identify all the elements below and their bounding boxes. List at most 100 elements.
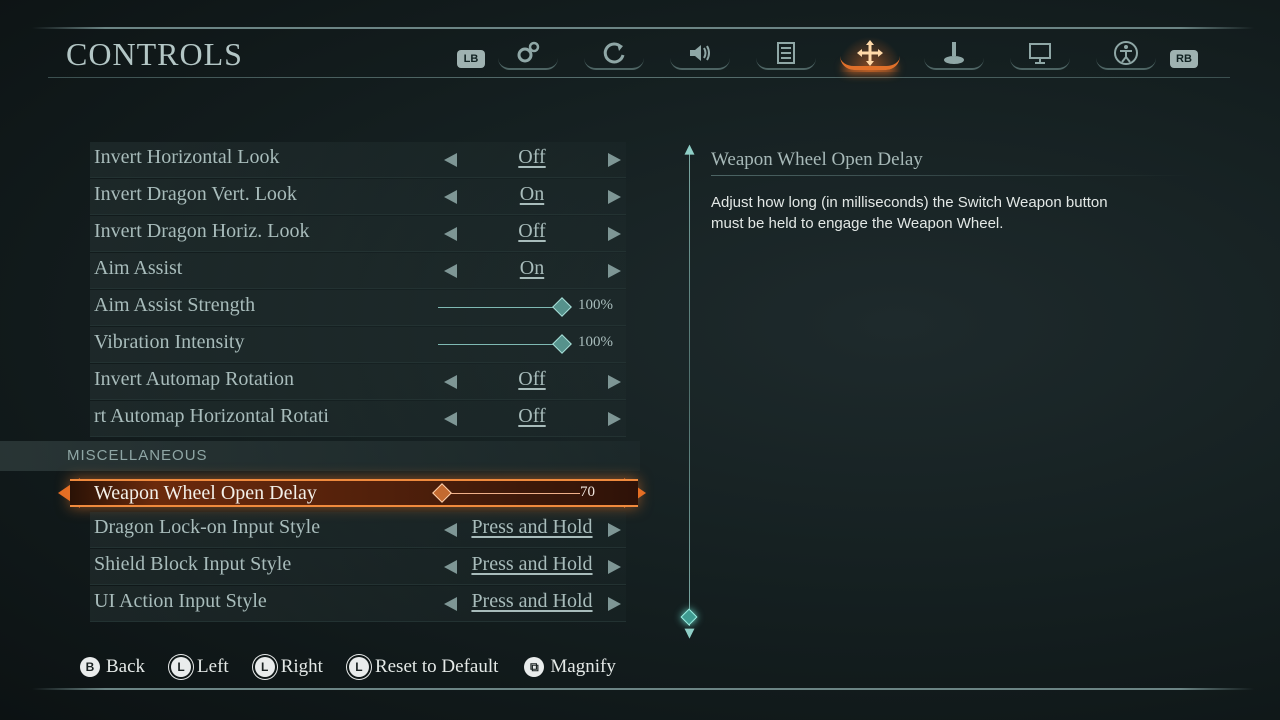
tab-gameplay[interactable] (494, 34, 562, 72)
setting-row[interactable]: Invert Dragon Horiz. Look Off (90, 216, 626, 252)
setting-value: Off (518, 405, 546, 427)
setting-row[interactable]: Aim Assist Strength 100% (90, 290, 626, 326)
hint-magnify[interactable]: ⧉ Magnify (524, 656, 616, 678)
tab-controls[interactable] (836, 34, 904, 72)
panel-divider (689, 150, 690, 626)
setting-value: Press and Hold (471, 590, 593, 612)
setting-row[interactable]: Invert Horizontal Look Off (90, 142, 626, 178)
setting-row[interactable]: Vibration Intensity 100% (90, 327, 626, 363)
accessibility-icon (1114, 41, 1138, 65)
setting-value: On (519, 257, 545, 279)
setting-label: Vibration Intensity (94, 331, 245, 353)
frame-top-border (32, 27, 1254, 29)
arrow-right-icon[interactable] (608, 227, 621, 241)
arrow-right-icon[interactable] (608, 375, 621, 389)
divider-top-ornament-icon: ▲ (684, 142, 695, 157)
button-hints-bar: B Back L Left L Right L Reset to Default… (80, 654, 642, 680)
setting-row[interactable]: Invert Automap Rotation Off (90, 364, 626, 400)
setting-label: Invert Automap Rotation (94, 368, 294, 390)
setting-value: On (519, 183, 545, 205)
arrow-left-icon[interactable] (444, 153, 457, 167)
scroll-indicator-gem-icon (680, 608, 698, 626)
left-stick-icon: L (254, 657, 275, 677)
arrow-right-icon[interactable] (608, 560, 621, 574)
arrow-right-icon[interactable] (608, 597, 621, 611)
view-button-icon: ⧉ (524, 657, 545, 677)
arrow-right-icon[interactable] (608, 190, 621, 204)
slider-handle[interactable] (432, 483, 452, 503)
setting-row[interactable]: Shield Block Input Style Press and Hold (90, 549, 626, 585)
speaker-icon (690, 45, 710, 61)
hint-label: Back (106, 656, 146, 677)
arrow-right-icon[interactable] (608, 523, 621, 537)
left-stick-icon: L (171, 657, 192, 677)
setting-row[interactable]: UI Action Input Style Press and Hold (90, 586, 626, 622)
refresh-swirl-icon (603, 42, 625, 64)
arrow-left-icon[interactable] (444, 597, 457, 611)
detail-title-rule (711, 175, 1191, 176)
arrow-left-icon[interactable] (444, 227, 457, 241)
gears-icon (517, 41, 540, 63)
joystick-icon (944, 42, 964, 64)
setting-value: Press and Hold (471, 553, 593, 575)
header-divider (48, 77, 1230, 78)
setting-row-selected[interactable]: Weapon Wheel Open Delay 70 (70, 479, 638, 507)
arrow-right-icon[interactable] (608, 264, 621, 278)
slider-track[interactable] (438, 344, 562, 345)
setting-label: Aim Assist Strength (94, 294, 256, 316)
hint-label: Right (280, 656, 323, 677)
slider-value: 70 (580, 484, 595, 500)
setting-row[interactable]: Dragon Lock-on Input Style Press and Hol… (90, 512, 626, 548)
setting-value: Off (518, 146, 546, 168)
page-title: CONTROLS (66, 36, 243, 72)
slider-value: 100% (578, 297, 613, 313)
tab-audio[interactable] (666, 34, 734, 72)
setting-label: Invert Dragon Horiz. Look (94, 220, 310, 242)
setting-label: Invert Horizontal Look (94, 146, 280, 168)
hint-left[interactable]: L Left (171, 656, 229, 678)
setting-row[interactable]: Aim Assist On (90, 253, 626, 289)
hint-right[interactable]: L Right (254, 656, 323, 678)
hint-back[interactable]: B Back (80, 656, 145, 678)
setting-label: rt Automap Horizontal Rotati (94, 405, 329, 427)
slider-handle[interactable] (552, 297, 572, 317)
monitor-icon (1029, 43, 1051, 64)
section-header-miscellaneous: MISCELLANEOUS (0, 441, 640, 471)
setting-value: Off (518, 368, 546, 390)
setting-row[interactable]: rt Automap Horizontal Rotati Off (90, 401, 626, 437)
b-button-icon: B (80, 657, 100, 677)
setting-label: Shield Block Input Style (94, 553, 292, 575)
slider-track[interactable] (442, 493, 580, 494)
tab-controller[interactable] (920, 34, 988, 72)
hint-reset-default[interactable]: L Reset to Default (348, 656, 499, 678)
lb-shoulder-button[interactable]: LB (457, 50, 485, 68)
setting-label: Weapon Wheel Open Delay (94, 482, 317, 504)
move-arrows-icon (857, 40, 883, 66)
arrow-left-icon[interactable] (444, 264, 457, 278)
setting-label: UI Action Input Style (94, 590, 267, 612)
rb-shoulder-button[interactable]: RB (1170, 50, 1198, 68)
setting-row[interactable]: Invert Dragon Vert. Look On (90, 179, 626, 215)
slider-handle[interactable] (552, 334, 572, 354)
hint-label: Magnify (550, 656, 616, 677)
arrow-left-icon[interactable] (444, 412, 457, 426)
arrow-right-icon[interactable] (608, 153, 621, 167)
arrow-right-icon[interactable] (608, 412, 621, 426)
arrow-left-icon[interactable] (444, 190, 457, 204)
list-icon (777, 42, 795, 64)
hint-label: Reset to Default (374, 656, 499, 677)
tab-monitor[interactable] (1006, 34, 1074, 72)
tab-accessibility[interactable] (1092, 34, 1160, 72)
arrow-left-icon[interactable] (444, 560, 457, 574)
detail-title: Weapon Wheel Open Delay (711, 149, 923, 170)
divider-bottom-ornament-icon: ▼ (684, 626, 695, 641)
hint-label: Left (197, 656, 229, 677)
frame-bottom-border (32, 688, 1254, 690)
slider-track[interactable] (438, 307, 562, 308)
arrow-left-icon[interactable] (444, 523, 457, 537)
arrow-left-icon[interactable] (444, 375, 457, 389)
tab-refresh[interactable] (580, 34, 648, 72)
detail-description: Adjust how long (in milliseconds) the Sw… (711, 194, 1108, 232)
setting-label: Invert Dragon Vert. Look (94, 183, 297, 205)
tab-display-list[interactable] (752, 34, 820, 72)
